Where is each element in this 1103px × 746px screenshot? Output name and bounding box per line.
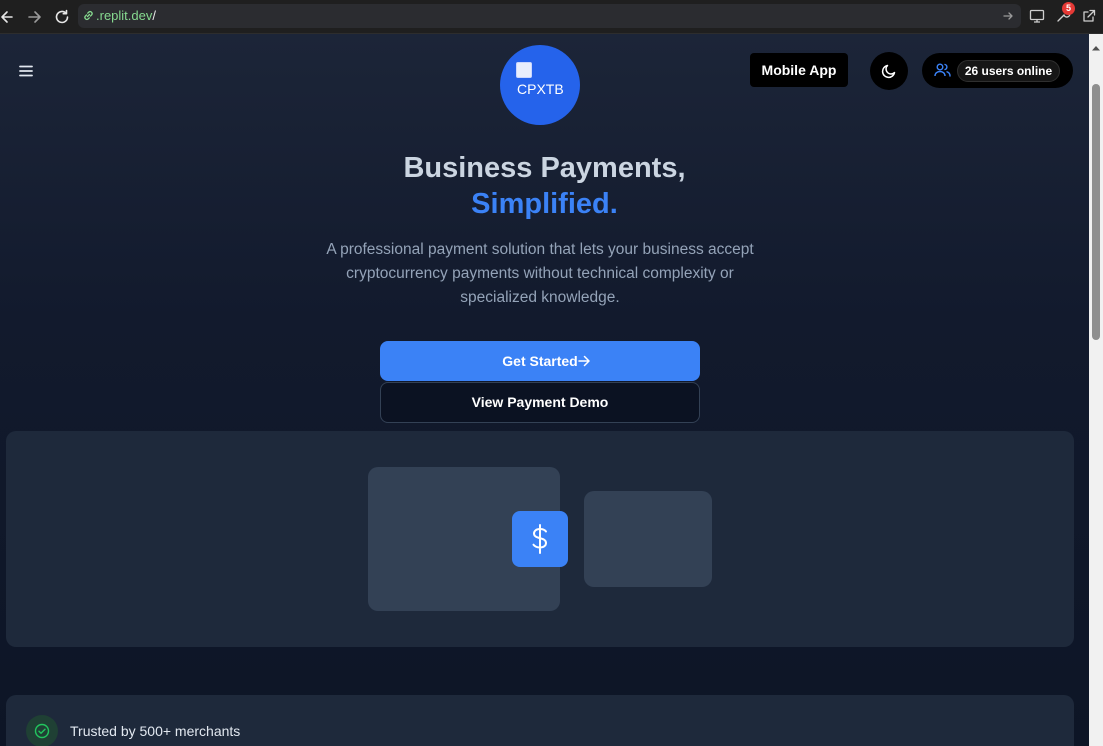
scrollbar[interactable] bbox=[1089, 34, 1103, 746]
url-path: / bbox=[152, 8, 156, 23]
users-online-count: 26 users online bbox=[957, 60, 1060, 82]
get-started-label: Get Started bbox=[502, 353, 578, 369]
hero-illustration-card bbox=[6, 431, 1074, 647]
extensions-badge: 5 bbox=[1062, 2, 1075, 15]
mobile-app-button[interactable]: Mobile App bbox=[750, 53, 848, 87]
view-payment-demo-button[interactable]: View Payment Demo bbox=[380, 382, 700, 423]
hero-description: A professional payment solution that let… bbox=[326, 241, 754, 306]
address-bar[interactable]: .replit.dev/ bbox=[78, 4, 1021, 28]
reload-icon[interactable] bbox=[52, 7, 72, 27]
broken-image-icon bbox=[516, 62, 532, 78]
url-domain: .replit.dev bbox=[96, 8, 153, 23]
scrollbar-thumb[interactable] bbox=[1092, 84, 1100, 340]
dollar-icon bbox=[532, 524, 548, 554]
moon-icon bbox=[881, 64, 896, 79]
menu-icon[interactable] bbox=[19, 64, 33, 82]
illustration-panel-right bbox=[584, 491, 712, 587]
page-content: CPXTB Mobile App 26 users online Busines… bbox=[0, 34, 1089, 746]
cast-icon[interactable] bbox=[1028, 7, 1046, 25]
trust-icon-badge bbox=[26, 715, 58, 746]
trust-section: Trusted by 500+ merchants bbox=[6, 695, 1074, 746]
link-icon bbox=[82, 9, 95, 27]
hero-title: Business Payments, Simplified. bbox=[0, 150, 1089, 222]
arrow-right-icon bbox=[578, 355, 590, 367]
hero-title-line1: Business Payments, bbox=[403, 152, 686, 184]
forward-arrow-icon[interactable] bbox=[24, 7, 44, 27]
dollar-badge bbox=[512, 511, 568, 567]
go-arrow-icon[interactable] bbox=[1001, 9, 1015, 28]
check-circle-icon bbox=[34, 723, 50, 739]
trust-text: Trusted by 500+ merchants bbox=[70, 723, 241, 739]
browser-toolbar: .replit.dev/ 5 bbox=[0, 0, 1103, 34]
hero-title-line2: Simplified. bbox=[471, 188, 618, 220]
logo-alt-text: CPXTB bbox=[517, 81, 564, 97]
scroll-up-icon[interactable] bbox=[1092, 38, 1100, 56]
get-started-button[interactable]: Get Started bbox=[380, 341, 700, 381]
logo[interactable]: CPXTB bbox=[500, 45, 580, 125]
url-text: .replit.dev/ bbox=[96, 8, 156, 24]
back-arrow-icon[interactable] bbox=[0, 7, 18, 27]
users-icon bbox=[934, 62, 951, 83]
theme-toggle-button[interactable] bbox=[870, 52, 908, 90]
open-external-icon[interactable] bbox=[1080, 7, 1098, 25]
